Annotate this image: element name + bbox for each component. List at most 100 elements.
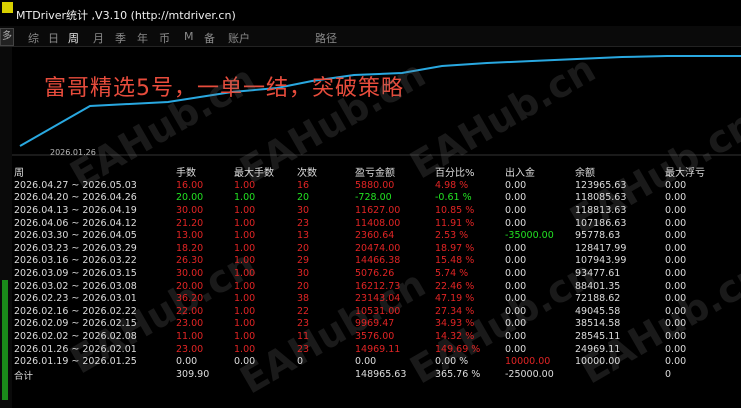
cell-max-floating-loss: 0.00 bbox=[665, 267, 687, 279]
cell-lots: 18.20 bbox=[176, 242, 204, 254]
cell-max-lots: 1.00 bbox=[234, 242, 256, 254]
tab-month[interactable]: 月 bbox=[93, 30, 104, 46]
header-lots[interactable]: 手数 bbox=[176, 163, 234, 179]
total-lots: 309.90 bbox=[176, 369, 210, 381]
tab-quarter[interactable]: 季 bbox=[115, 30, 126, 46]
cell-max-lots: 0.00 bbox=[234, 356, 256, 368]
cell-profit-loss: 16212.73 bbox=[355, 280, 401, 292]
tab-m[interactable]: M bbox=[184, 30, 194, 43]
table-row[interactable]: 2026.02.16 ~ 2026.02.22 22.00 1.00 22 10531.… bbox=[14, 305, 725, 318]
cell-max-floating-loss: 0.00 bbox=[665, 217, 687, 229]
period-tab-bar: 多 综 日 周 月 季 年 币 M 备 账户 路径 bbox=[0, 26, 741, 47]
table-row[interactable]: 2026.04.20 ~ 2026.04.26 20.00 1.00 20 -728.0… bbox=[14, 192, 725, 205]
chart-date-label: 2026.01.26 bbox=[50, 148, 96, 157]
table-row[interactable]: 2026.01.19 ~ 2026.01.25 0.00 0.00 0 0.00 0.00… bbox=[14, 355, 725, 368]
cell-week: 2026.03.09 ~ 2026.03.15 bbox=[14, 267, 137, 279]
cell-count: 22 bbox=[297, 305, 310, 317]
cell-percent: 22.46 % bbox=[435, 280, 475, 292]
header-profit-loss[interactable]: 盈亏金额 bbox=[355, 163, 435, 179]
tab-year[interactable]: 年 bbox=[137, 30, 148, 46]
header-max-floating-loss[interactable]: 最大浮亏 bbox=[665, 163, 725, 179]
chart-icon[interactable]: 多 bbox=[0, 28, 14, 46]
cell-deposit-withdraw: 0.00 bbox=[505, 192, 527, 204]
header-percent[interactable]: 百分比% bbox=[435, 163, 505, 179]
cell-balance: 128417.99 bbox=[575, 242, 627, 254]
cell-max-lots: 1.00 bbox=[234, 255, 256, 267]
cell-percent: 27.34 % bbox=[435, 305, 475, 317]
window-title: MTDriver统计 ,V3.10 (http://mtdriver.cn) bbox=[16, 9, 236, 22]
cell-count: 30 bbox=[297, 267, 310, 279]
tab-account[interactable]: 账户 bbox=[228, 30, 250, 46]
volume-bar bbox=[2, 280, 8, 400]
cell-week: 2026.04.20 ~ 2026.04.26 bbox=[14, 192, 137, 204]
table-row[interactable]: 2026.01.26 ~ 2026.02.01 23.00 1.00 23 14969.… bbox=[14, 343, 725, 356]
cell-deposit-withdraw: 0.00 bbox=[505, 204, 527, 216]
cell-week: 2026.01.19 ~ 2026.01.25 bbox=[14, 356, 137, 368]
header-max-lots[interactable]: 最大手数 bbox=[234, 163, 297, 179]
cell-max-floating-loss: 0.00 bbox=[665, 192, 687, 204]
cell-profit-loss: 11627.00 bbox=[355, 204, 401, 216]
cell-profit-loss: 14969.11 bbox=[355, 343, 401, 355]
cell-lots: 21.20 bbox=[176, 217, 204, 229]
cell-max-lots: 1.00 bbox=[234, 179, 256, 191]
header-count[interactable]: 次数 bbox=[297, 163, 355, 179]
cell-deposit-withdraw: 0.00 bbox=[505, 242, 527, 254]
tab-week[interactable]: 周 bbox=[68, 30, 79, 46]
table-row[interactable]: 2026.03.02 ~ 2026.03.08 20.00 1.00 20 16212.… bbox=[14, 280, 725, 293]
table-row[interactable]: 2026.03.23 ~ 2026.03.29 18.20 1.00 20 20474.… bbox=[14, 242, 725, 255]
table-row[interactable]: 2026.02.09 ~ 2026.02.15 23.00 1.00 23 9969.4… bbox=[14, 318, 725, 331]
window-title-bar: MTDriver统计 ,V3.10 (http://mtdriver.cn) bbox=[0, 0, 741, 26]
tab-currency[interactable]: 币 bbox=[159, 30, 170, 46]
cell-balance: 38514.58 bbox=[575, 318, 621, 330]
cell-count: 0 bbox=[297, 356, 304, 368]
tab-summary[interactable]: 综 bbox=[28, 30, 39, 46]
table-row[interactable]: 2026.04.13 ~ 2026.04.19 30.00 1.00 30 11627.… bbox=[14, 204, 725, 217]
cell-count: 20 bbox=[297, 242, 310, 254]
cell-balance: 88401.35 bbox=[575, 280, 621, 292]
cell-max-lots: 1.00 bbox=[234, 293, 256, 305]
cell-max-lots: 1.00 bbox=[234, 318, 256, 330]
cell-count: 38 bbox=[297, 293, 310, 305]
tab-path[interactable]: 路径 bbox=[315, 30, 337, 46]
cell-max-floating-loss: 0.00 bbox=[665, 356, 687, 368]
table-row[interactable]: 2026.04.06 ~ 2026.04.12 21.20 1.00 23 11408.… bbox=[14, 217, 725, 230]
cell-count: 16 bbox=[297, 179, 310, 191]
cell-percent: 47.19 % bbox=[435, 293, 475, 305]
cell-percent: 2.53 % bbox=[435, 230, 469, 242]
table-row[interactable]: 2026.03.16 ~ 2026.03.22 26.30 1.00 29 14466.… bbox=[14, 255, 725, 268]
header-balance[interactable]: 余额 bbox=[575, 163, 665, 179]
cell-balance: 118813.63 bbox=[575, 204, 627, 216]
total-max-lots bbox=[234, 368, 297, 382]
cell-week: 2026.02.02 ~ 2026.02.08 bbox=[14, 330, 137, 342]
cell-profit-loss: 14466.38 bbox=[355, 255, 401, 267]
total-count bbox=[297, 368, 355, 382]
cell-percent: 18.97 % bbox=[435, 242, 475, 254]
chart-title: 富哥精选5号，一单一结，突破策略 bbox=[44, 76, 404, 101]
cell-profit-loss: 23143.04 bbox=[355, 293, 401, 305]
cell-balance: 118085.63 bbox=[575, 192, 627, 204]
cell-deposit-withdraw: 0.00 bbox=[505, 255, 527, 267]
cell-profit-loss: 0.00 bbox=[355, 356, 377, 368]
cell-profit-loss: -728.00 bbox=[355, 192, 392, 204]
cell-balance: 107943.99 bbox=[575, 255, 627, 267]
cell-week: 2026.02.09 ~ 2026.02.15 bbox=[14, 318, 137, 330]
total-balance bbox=[575, 368, 665, 382]
total-row: 合计 309.90 148965.63 365.76 % -25000.00 0 bbox=[14, 368, 725, 382]
table-row[interactable]: 2026.04.27 ~ 2026.05.03 16.00 1.00 16 5880.0… bbox=[14, 179, 725, 192]
cell-max-lots: 1.00 bbox=[234, 267, 256, 279]
total-profit-loss: 148965.63 bbox=[355, 369, 407, 381]
cell-deposit-withdraw: 10000.00 bbox=[505, 356, 551, 368]
tab-backup[interactable]: 备 bbox=[204, 30, 215, 46]
cell-deposit-withdraw: 0.00 bbox=[505, 267, 527, 279]
table-row[interactable]: 2026.03.09 ~ 2026.03.15 30.00 1.00 30 5076.2… bbox=[14, 267, 725, 280]
cell-percent: 15.48 % bbox=[435, 255, 475, 267]
cell-deposit-withdraw: 0.00 bbox=[505, 330, 527, 342]
table-row[interactable]: 2026.02.23 ~ 2026.03.01 36.20 1.00 38 23143.… bbox=[14, 292, 725, 305]
header-deposit-withdraw[interactable]: 出入金 bbox=[505, 163, 575, 179]
header-week[interactable]: 周 bbox=[14, 163, 176, 179]
table-row[interactable]: 2026.03.30 ~ 2026.04.05 13.00 1.00 13 2360.6… bbox=[14, 229, 725, 242]
cell-week: 2026.03.02 ~ 2026.03.08 bbox=[14, 280, 137, 292]
tab-day[interactable]: 日 bbox=[48, 30, 59, 46]
cell-week: 2026.03.30 ~ 2026.04.05 bbox=[14, 230, 137, 242]
table-row[interactable]: 2026.02.02 ~ 2026.02.08 11.00 1.00 11 3576.0… bbox=[14, 330, 725, 343]
